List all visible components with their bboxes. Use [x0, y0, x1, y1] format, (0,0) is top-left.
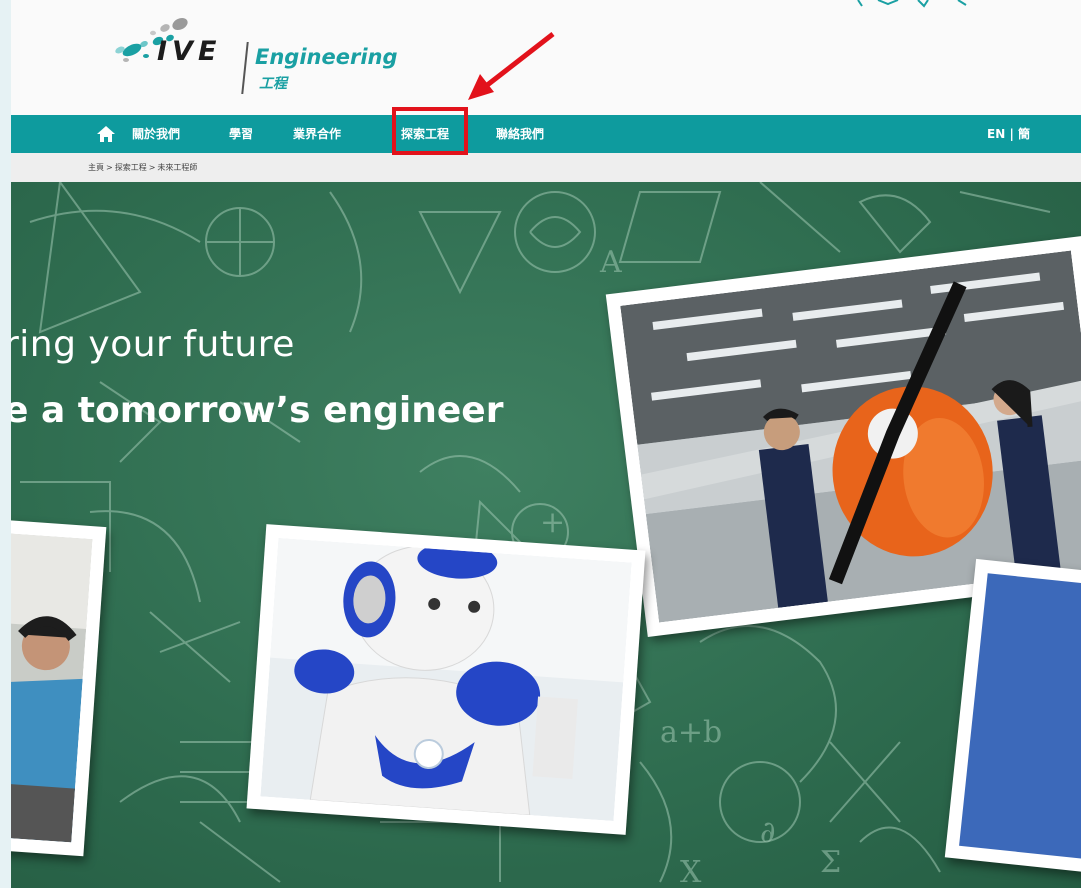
language-switcher: EN | 簡 [987, 115, 1030, 153]
breadcrumb-separator: > [106, 163, 113, 172]
breadcrumb-bar: 主頁 > 探索工程 > 未來工程師 [0, 153, 1081, 182]
main-navigation: 關於我們 學習 業界合作 探索工程 聯絡我們 EN | 簡 [0, 115, 1081, 153]
svg-text:X: X [680, 855, 702, 888]
photo-humanoid-robot [246, 524, 646, 835]
nav-item-about-us[interactable]: 關於我們 [132, 115, 180, 153]
lang-separator: | [1009, 127, 1014, 141]
svg-text:+: + [540, 505, 565, 540]
logo-divider [241, 42, 249, 94]
breadcrumb-explore-engineering[interactable]: 探索工程 [115, 163, 147, 172]
breadcrumb-separator: > [148, 163, 156, 172]
hero-headline-line-1: ring your future [4, 324, 295, 365]
logo-engineering-cn-text: 工程 [259, 76, 287, 92]
photo-robot-image [260, 537, 632, 822]
logo-ive-text: IVE [157, 36, 222, 67]
nav-item-contact-us[interactable]: 聯絡我們 [496, 115, 544, 153]
breadcrumb-current-page: 未來工程師 [157, 163, 198, 172]
left-edge-strip [0, 0, 11, 888]
red-highlight-box [392, 107, 468, 155]
lang-simplified-chinese-link[interactable]: 簡 [1018, 127, 1030, 141]
breadcrumb: 主頁 > 探索工程 > 未來工程師 [88, 162, 197, 173]
photo-student-image [0, 531, 93, 843]
svg-text:∂: ∂ [760, 815, 776, 850]
hero-headline-line-2: e a tomorrow’s engineer [4, 390, 504, 431]
svg-text:Σ: Σ [820, 845, 841, 880]
breadcrumb-home[interactable]: 主頁 [88, 163, 104, 172]
nav-item-industry-partnership[interactable]: 業界合作 [293, 115, 341, 153]
svg-text:a+b: a+b [660, 715, 722, 750]
home-icon[interactable] [96, 124, 116, 144]
lang-en-link[interactable]: EN [987, 127, 1005, 141]
ive-engineering-logo[interactable]: IVE Engineering 工程 [112, 14, 402, 96]
logo-engineering-text: Engineering [255, 45, 398, 69]
red-arrow-icon [468, 32, 555, 100]
photo-blue-image [959, 573, 1081, 861]
hero-banner: X ∂ Σ a+b m + A ring your future e a tom… [0, 182, 1081, 888]
svg-text:A: A [599, 245, 622, 280]
nav-item-study[interactable]: 學習 [229, 115, 253, 153]
top-corner-decoration [857, 0, 967, 8]
